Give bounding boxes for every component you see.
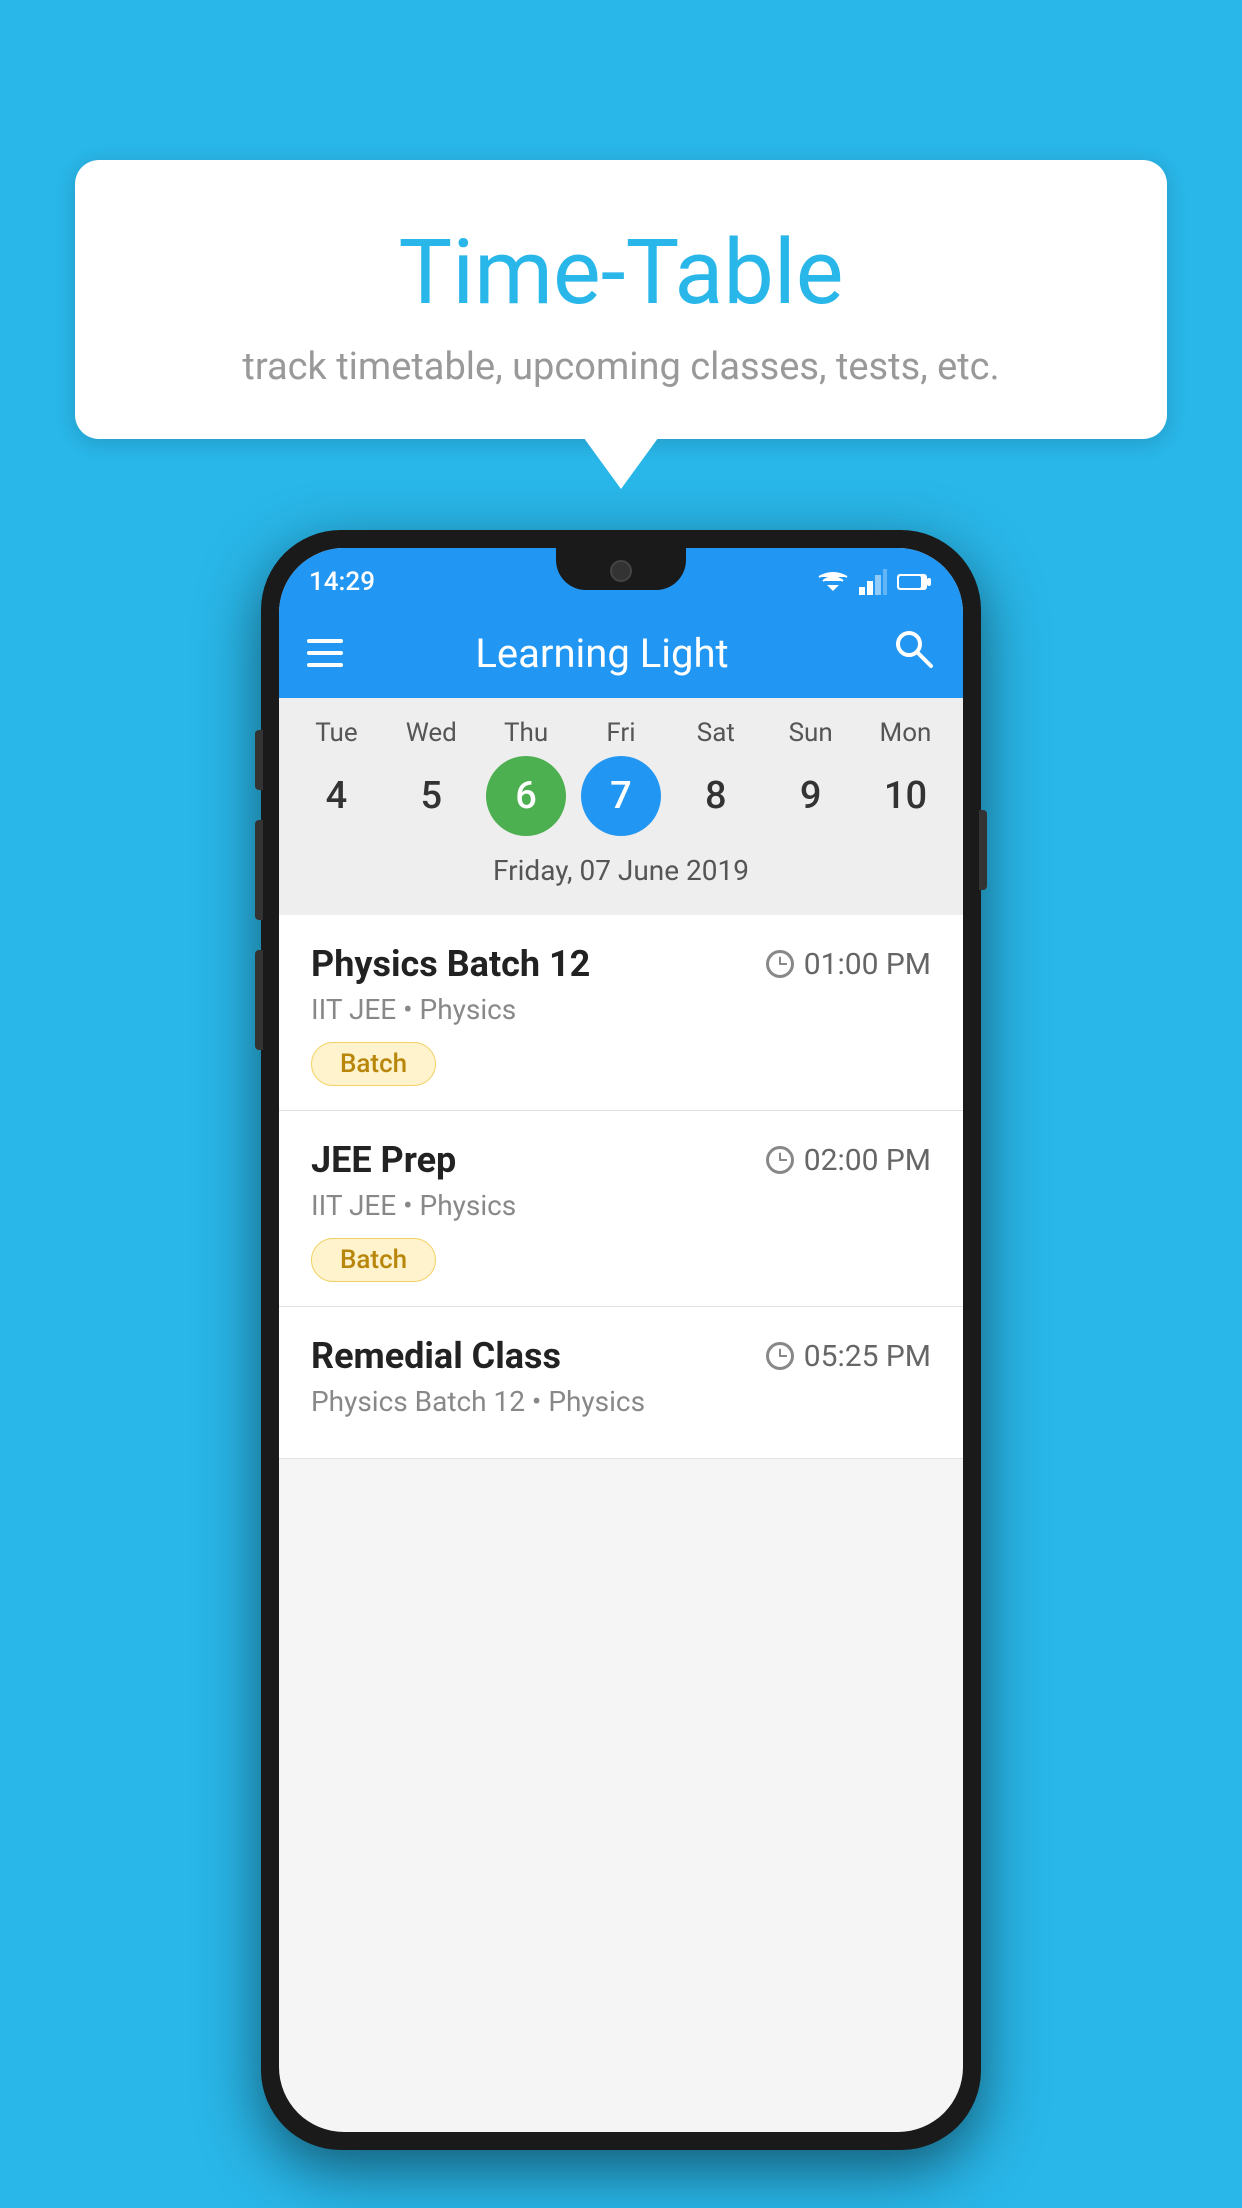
app-bar: Learning Light [279,608,963,698]
volume-up-button [255,820,263,920]
day-6-today[interactable]: 6 [486,756,566,836]
day-header-mon: Mon [865,718,945,748]
app-title: Learning Light [373,630,831,677]
class-time-2: 02:00 PM [766,1143,931,1178]
class-name-2: JEE Prep [311,1139,456,1181]
class-time-value: 01:00 PM [804,947,931,982]
bubble-title: Time-Table [125,220,1117,325]
day-9[interactable]: 9 [771,756,851,836]
silent-button [255,730,263,790]
day-header-fri: Fri [581,718,661,748]
menu-icon[interactable] [307,639,343,667]
bubble-subtitle: track timetable, upcoming classes, tests… [125,345,1117,389]
power-button [979,810,987,890]
class-time-value-3: 05:25 PM [804,1339,931,1374]
battery-icon [897,571,933,593]
class-time: 01:00 PM [766,947,931,982]
notch [556,548,686,590]
day-header-tue: Tue [296,718,376,748]
wifi-icon [817,569,849,595]
calendar-week: Tue Wed Thu Fri Sat Sun Mon 4 5 6 7 8 9 … [279,698,963,915]
day-5[interactable]: 5 [391,756,471,836]
day-8[interactable]: 8 [676,756,756,836]
status-time: 14:29 [309,567,375,597]
class-name-3: Remedial Class [311,1335,561,1377]
class-list: Physics Batch 12 01:00 PM IIT JEE • Phys… [279,915,963,1459]
batch-badge-2: Batch [311,1238,436,1282]
class-time-value-2: 02:00 PM [804,1143,931,1178]
class-item-top-2: JEE Prep 02:00 PM [311,1139,931,1181]
class-item-remedial[interactable]: Remedial Class 05:25 PM Physics Batch 12… [279,1307,963,1459]
class-item-physics-batch-12[interactable]: Physics Batch 12 01:00 PM IIT JEE • Phys… [279,915,963,1111]
batch-badge: Batch [311,1042,436,1086]
day-header-sun: Sun [771,718,851,748]
phone-frame: 14:29 [261,530,981,2150]
class-subject: IIT JEE • Physics [311,993,931,1026]
clock-icon-2 [766,1146,794,1174]
day-header-sat: Sat [676,718,756,748]
class-name: Physics Batch 12 [311,943,590,985]
status-icons [817,569,933,595]
day-headers: Tue Wed Thu Fri Sat Sun Mon [279,718,963,748]
speech-bubble: Time-Table track timetable, upcoming cla… [75,160,1167,439]
day-10[interactable]: 10 [865,756,945,836]
day-header-thu: Thu [486,718,566,748]
signal-icon [859,569,887,595]
day-4[interactable]: 4 [296,756,376,836]
class-item-top-3: Remedial Class 05:25 PM [311,1335,931,1377]
search-icon[interactable] [891,626,935,680]
phone-mockup: 14:29 [261,530,981,2150]
class-item-top: Physics Batch 12 01:00 PM [311,943,931,985]
class-time-3: 05:25 PM [766,1339,931,1374]
class-subject-2: IIT JEE • Physics [311,1189,931,1222]
camera [610,560,632,582]
day-7-selected[interactable]: 7 [581,756,661,836]
clock-icon-3 [766,1342,794,1370]
class-item-jee-prep[interactable]: JEE Prep 02:00 PM IIT JEE • Physics Batc… [279,1111,963,1307]
class-subject-3: Physics Batch 12 • Physics [311,1385,931,1418]
clock-icon [766,950,794,978]
day-numbers: 4 5 6 7 8 9 10 [279,748,963,844]
volume-down-button [255,950,263,1050]
phone-screen: 14:29 [279,548,963,2132]
selected-date: Friday, 07 June 2019 [279,844,963,905]
day-header-wed: Wed [391,718,471,748]
